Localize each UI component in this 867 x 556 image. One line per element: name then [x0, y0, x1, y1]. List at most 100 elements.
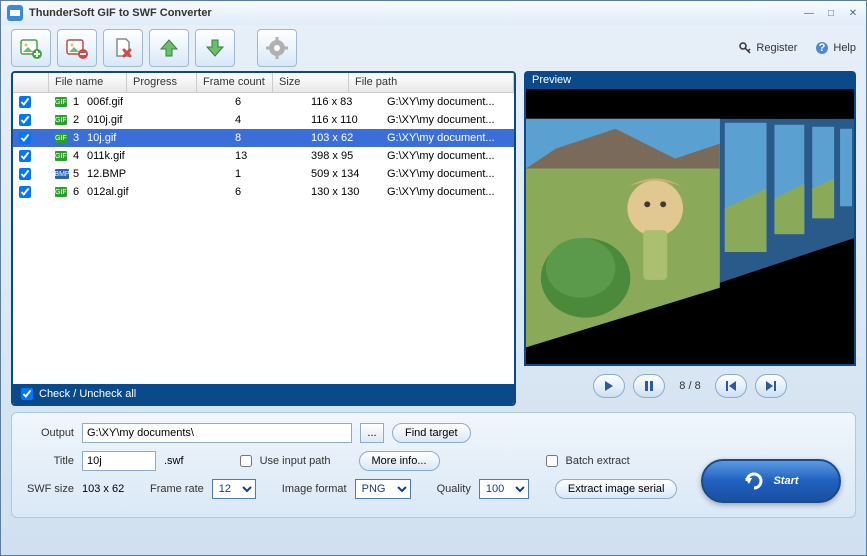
file-type-icon: GIF [49, 150, 67, 162]
minimize-button[interactable]: — [802, 6, 816, 20]
row-filename: 12.BMP [81, 167, 159, 181]
preview-label: Preview [524, 71, 856, 89]
col-filename[interactable]: File name [49, 73, 127, 92]
row-index: 4 [67, 149, 81, 163]
quality-label: Quality [437, 483, 471, 495]
check-all-label: Check / Uncheck all [39, 388, 136, 400]
settings-button[interactable] [257, 29, 297, 67]
browse-button[interactable]: ... [360, 423, 384, 443]
help-link[interactable]: ? Help [815, 41, 856, 55]
row-progress [159, 137, 229, 139]
row-checkbox[interactable] [19, 96, 31, 108]
row-framecount: 8 [229, 131, 305, 145]
table-body[interactable]: GIF1006f.gif6116 x 83G:\XY\my document..… [13, 93, 514, 384]
title-label: Title [24, 455, 74, 467]
check-all-checkbox[interactable] [21, 388, 33, 400]
row-checkbox[interactable] [19, 186, 31, 198]
row-progress [159, 173, 229, 175]
row-size: 398 x 95 [305, 149, 381, 163]
output-path-input[interactable] [82, 423, 352, 443]
row-filename: 010j.gif [81, 113, 159, 127]
row-filename: 011k.gif [81, 149, 159, 163]
row-size: 103 x 62 [305, 131, 381, 145]
file-type-icon: GIF [49, 96, 67, 108]
row-index: 2 [67, 113, 81, 127]
next-frame-button[interactable] [755, 374, 787, 398]
more-info-button[interactable]: More info... [359, 451, 440, 471]
row-size: 116 x 110 [305, 113, 381, 127]
play-button[interactable] [593, 374, 625, 398]
row-checkbox[interactable] [19, 132, 31, 144]
row-index: 5 [67, 167, 81, 181]
file-list-panel: File name Progress Frame count Size File… [11, 71, 516, 406]
close-button[interactable]: ✕ [846, 6, 860, 20]
row-size: 130 x 130 [305, 185, 381, 199]
file-type-icon: BMP [49, 168, 67, 180]
row-framecount: 4 [229, 113, 305, 127]
table-row[interactable]: GIF2010j.gif4116 x 110G:\XY\my document.… [13, 111, 514, 129]
row-progress [159, 191, 229, 193]
row-framecount: 1 [229, 167, 305, 181]
preview-image [526, 89, 854, 357]
register-link[interactable]: Register [738, 41, 797, 55]
preview-panel: Preview [524, 71, 856, 406]
row-index: 1 [67, 95, 81, 109]
window-title: ThunderSoft GIF to SWF Converter [29, 7, 802, 19]
find-target-button[interactable]: Find target [392, 423, 471, 443]
table-row[interactable]: GIF4011k.gif 13398 x 95G:\XY\my document.… [13, 147, 514, 165]
add-image-icon [19, 36, 43, 60]
check-all-bar: Check / Uncheck all [13, 384, 514, 404]
frame-rate-select[interactable]: 12 [212, 479, 256, 499]
extract-image-serial-button[interactable]: Extract image serial [555, 479, 678, 499]
use-input-path-label: Use input path [260, 455, 331, 467]
maximize-button[interactable]: □ [824, 6, 838, 20]
app-icon [7, 5, 23, 21]
table-row[interactable]: GIF310j.gif8103 x 62G:\XY\my document... [13, 129, 514, 147]
swf-size-value: 103 x 62 [82, 483, 142, 495]
clear-list-button[interactable] [103, 29, 143, 67]
prev-frame-button[interactable] [715, 374, 747, 398]
file-type-icon: GIF [49, 132, 67, 144]
row-checkbox[interactable] [19, 150, 31, 162]
row-progress [159, 155, 229, 157]
table-row[interactable]: BMP512.BMP1509 x 134G:\XY\my document... [13, 165, 514, 183]
row-framecount: 13 [229, 149, 305, 163]
arrow-down-icon [203, 36, 227, 60]
row-progress [159, 119, 229, 121]
image-format-select[interactable]: PNG [355, 479, 411, 499]
row-filepath: G:\XY\my document... [381, 95, 514, 109]
output-panel: Output ... Find target Title .swf Use in… [11, 412, 856, 518]
batch-extract-checkbox[interactable] [546, 455, 558, 467]
row-filename: 012al.gif [81, 185, 159, 199]
titlebar: ThunderSoft GIF to SWF Converter — □ ✕ [1, 1, 866, 25]
add-file-button[interactable] [11, 29, 51, 67]
move-up-button[interactable] [149, 29, 189, 67]
use-input-path-checkbox[interactable] [240, 455, 252, 467]
swf-size-label: SWF size [24, 483, 74, 495]
remove-file-button[interactable] [57, 29, 97, 67]
move-down-button[interactable] [195, 29, 235, 67]
pause-icon [644, 381, 654, 391]
title-input[interactable] [82, 451, 156, 471]
preview-controls: 8 / 8 [524, 366, 856, 406]
row-checkbox[interactable] [19, 114, 31, 126]
col-filepath[interactable]: File path [349, 73, 514, 92]
delete-file-icon [111, 36, 135, 60]
next-icon [766, 381, 776, 391]
table-row[interactable]: GIF6012al.gif6130 x 130G:\XY\my document… [13, 183, 514, 201]
frame-counter: 8 / 8 [673, 380, 706, 392]
start-button[interactable]: Start [701, 459, 841, 503]
col-size[interactable]: Size [273, 73, 349, 92]
pause-button[interactable] [633, 374, 665, 398]
table-row[interactable]: GIF1006f.gif6116 x 83G:\XY\my document..… [13, 93, 514, 111]
col-progress[interactable]: Progress [127, 73, 197, 92]
row-framecount: 6 [229, 95, 305, 109]
quality-select[interactable]: 100 [479, 479, 529, 499]
svg-text:?: ? [819, 42, 826, 54]
row-checkbox[interactable] [19, 168, 31, 180]
row-filepath: G:\XY\my document... [381, 131, 514, 145]
col-framecount[interactable]: Frame count [197, 73, 273, 92]
row-filepath: G:\XY\my document... [381, 185, 514, 199]
row-filepath: G:\XY\my document... [381, 149, 514, 163]
row-index: 3 [67, 131, 81, 145]
